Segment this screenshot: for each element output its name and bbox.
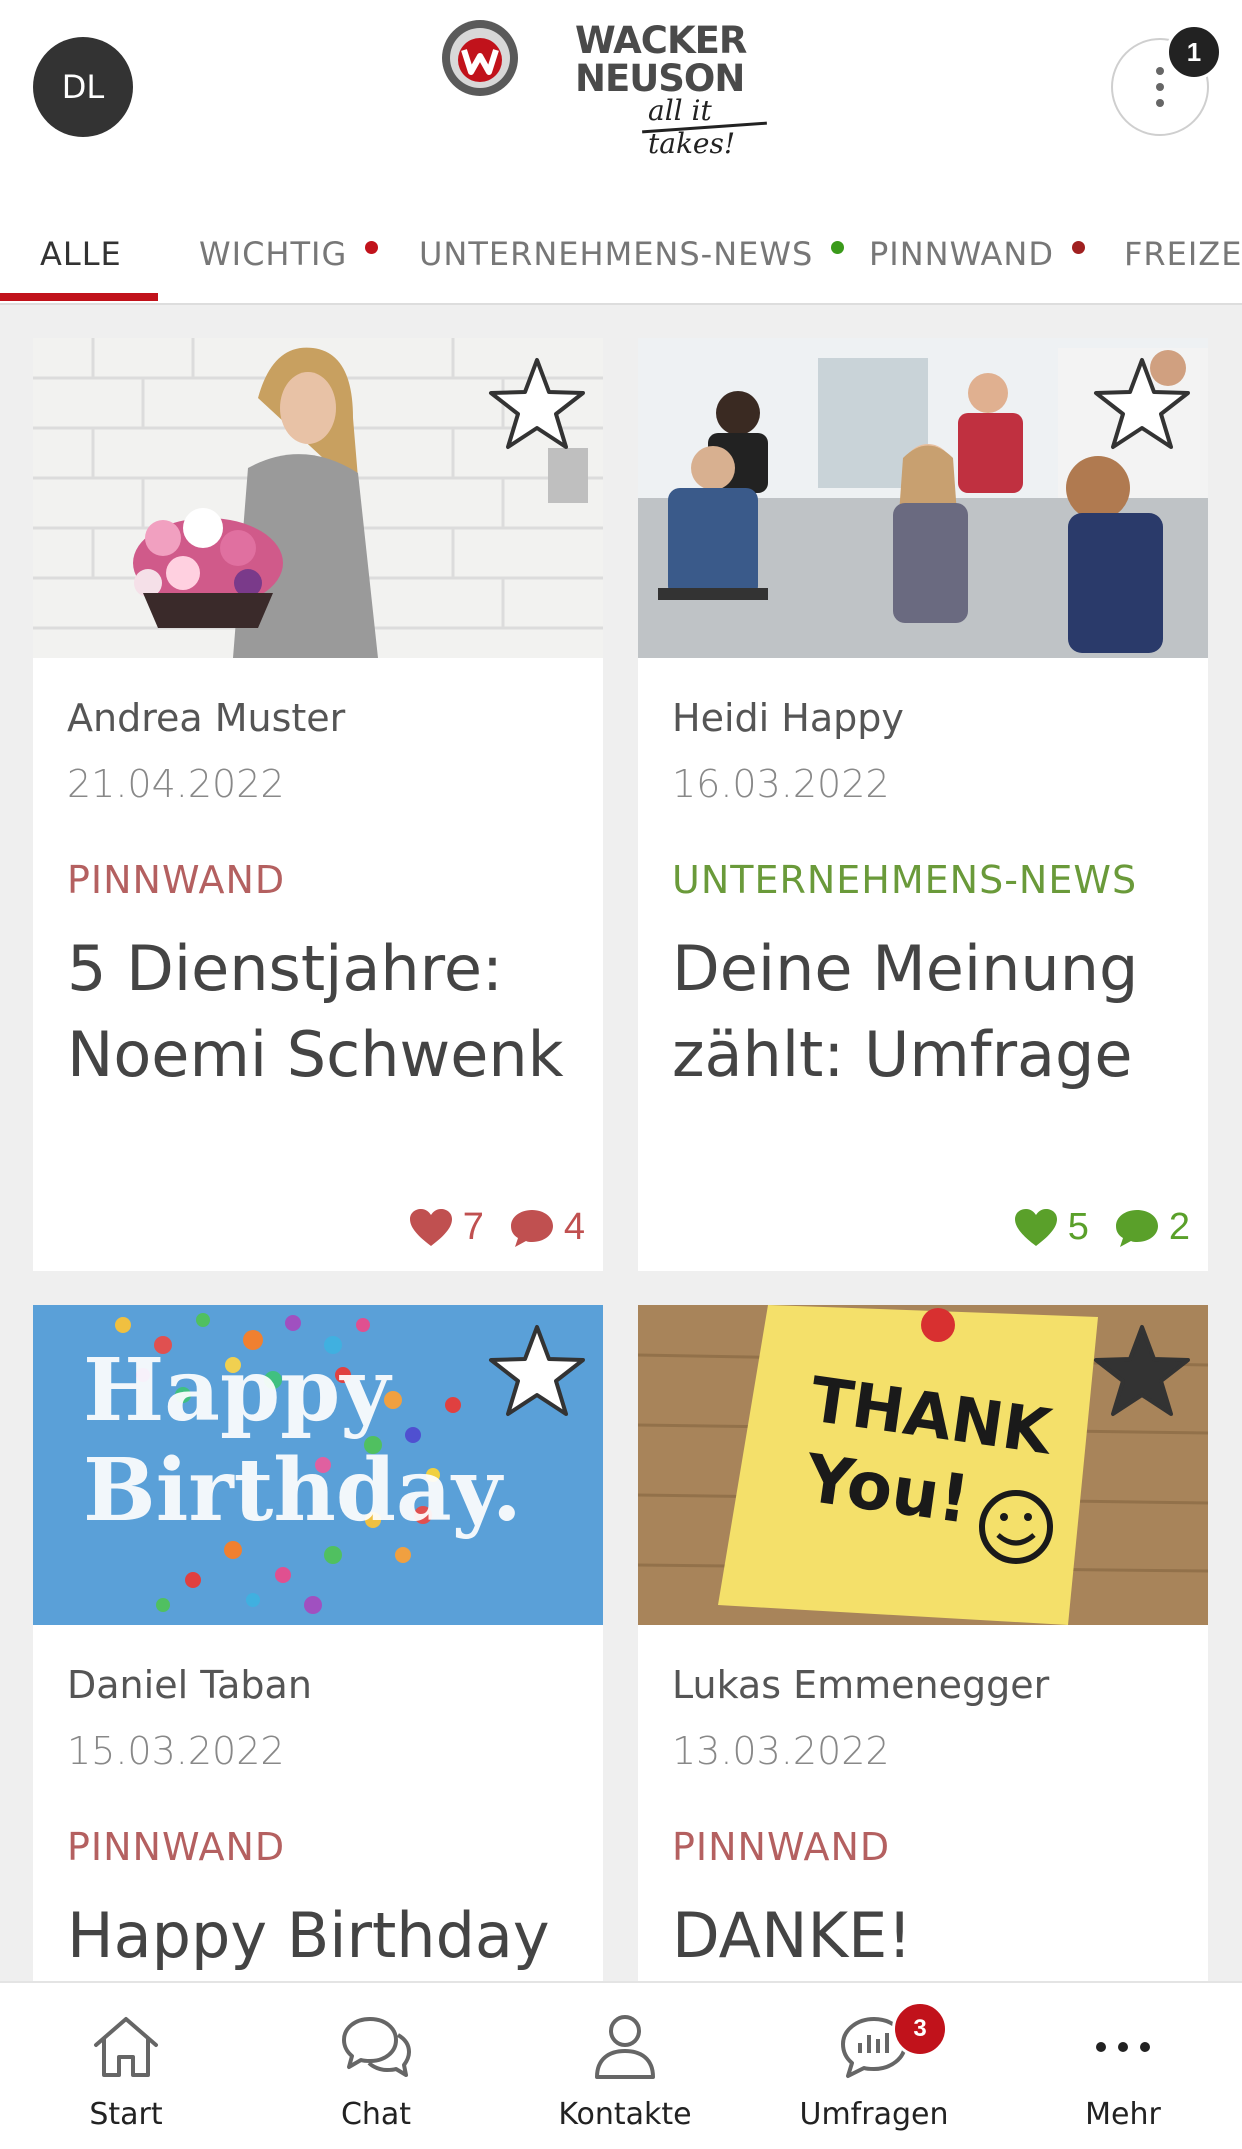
avatar[interactable]: DL [33, 37, 133, 137]
home-icon [86, 2011, 166, 2083]
post-date: 13.03.2022 [672, 1729, 890, 1773]
chat-icon [336, 2011, 416, 2083]
nav-kontakte[interactable]: Kontakte [501, 1983, 749, 2149]
dot [1156, 83, 1164, 91]
post-date: 15.03.2022 [67, 1729, 285, 1773]
post-author: Lukas Emmenegger [672, 1663, 1050, 1707]
comment-bubble-icon [510, 1209, 553, 1247]
favorite-star-icon[interactable] [487, 356, 587, 452]
nav-umfragen[interactable]: Umfragen 3 [750, 1983, 998, 2149]
nav-start[interactable]: Start [2, 1983, 250, 2149]
poll-count-badge: 3 [892, 2001, 948, 2057]
notification-badge: 1 [1166, 24, 1222, 80]
comment-bubble-icon [1115, 1209, 1158, 1247]
news-card[interactable]: Happy Birthday. Daniel Taban 15.03.2022 … [33, 1305, 603, 1981]
post-title: Happy Birthday [67, 1899, 550, 1972]
category-tabs: ALLE WICHTIG UNTERNEHMENS-NEWS PINNWAND … [0, 205, 1242, 305]
more-dots-icon [1083, 2011, 1163, 2083]
post-title: 5 Dienstjahre: Noemi Schwenk [67, 932, 564, 1091]
like-count-value: 7 [462, 1206, 484, 1248]
news-card[interactable]: THANK You! Lukas Emmenegger 13.03.2022 P… [638, 1305, 1208, 1981]
tab-label: WICHTIG [199, 235, 348, 273]
active-tab-underline [0, 293, 158, 301]
tab-label: PINNWAND [869, 235, 1054, 273]
wacker-neuson-logo: WACKER NEUSON all it takes! [440, 18, 800, 160]
favorite-star-icon[interactable] [1092, 1323, 1192, 1419]
post-author: Andrea Muster [67, 696, 346, 740]
news-card[interactable]: Andrea Muster 21.04.2022 PINNWAND 5 Dien… [33, 338, 603, 1271]
post-author: Heidi Happy [672, 696, 904, 740]
nav-mehr[interactable]: Mehr [999, 1983, 1242, 2149]
like-count[interactable]: 5 [1014, 1206, 1089, 1249]
comment-count[interactable]: 2 [1115, 1206, 1190, 1249]
tab-label: FREIZEI [1124, 235, 1242, 273]
tab-indicator-dot [1071, 240, 1085, 254]
like-count-value: 5 [1067, 1206, 1089, 1248]
tab-freizeit[interactable]: FREIZEI [1124, 205, 1242, 303]
favorite-star-icon[interactable] [1092, 356, 1192, 452]
heart-icon [409, 1208, 452, 1246]
nav-chat[interactable]: Chat [252, 1983, 500, 2149]
like-count[interactable]: 7 [409, 1206, 484, 1249]
nav-label: Umfragen [799, 2097, 949, 2132]
comment-count-value: 2 [1168, 1206, 1190, 1248]
image-text-line2: Birthday. [83, 1440, 522, 1541]
post-title: Deine Meinung zählt: Umfrage [672, 932, 1139, 1091]
tab-label: UNTERNEHMENS-NEWS [419, 235, 814, 273]
nav-label: Start [89, 2097, 163, 2132]
tab-label: ALLE [40, 235, 122, 273]
comment-count[interactable]: 4 [510, 1206, 585, 1249]
tab-pinnwand[interactable]: PINNWAND [869, 205, 1085, 303]
tab-alle[interactable]: ALLE [40, 205, 122, 303]
post-date: 16.03.2022 [672, 762, 890, 806]
comment-count-value: 4 [563, 1206, 585, 1248]
post-date: 21.04.2022 [67, 762, 285, 806]
nav-label: Mehr [1085, 2097, 1161, 2132]
logo-line2: NEUSON [575, 57, 745, 100]
tab-indicator-dot [365, 240, 379, 254]
tab-unternehmens-news[interactable]: UNTERNEHMENS-NEWS [419, 205, 845, 303]
dot [1156, 67, 1164, 75]
nav-label: Chat [340, 2097, 412, 2132]
dot [1156, 99, 1164, 107]
tab-indicator-dot [831, 240, 845, 254]
logo-wordmark: WACKER NEUSON [575, 19, 747, 100]
tab-wichtig[interactable]: WICHTIG [199, 205, 379, 303]
favorite-star-icon[interactable] [487, 1323, 587, 1419]
post-author: Daniel Taban [67, 1663, 312, 1707]
post-title: DANKE! [672, 1899, 913, 1972]
post-stats: 5 2 [1014, 1206, 1190, 1249]
avatar-initials: DL [61, 68, 105, 106]
bottom-navigation: Start Chat Kontakte Umfragen 3 Mehr [0, 1981, 1242, 2149]
person-icon [585, 2011, 665, 2083]
post-stats: 7 4 [409, 1206, 585, 1249]
news-card[interactable]: Heidi Happy 16.03.2022 UNTERNEHMENS-NEWS… [638, 338, 1208, 1271]
logo-mark-icon [442, 20, 518, 96]
post-category: PINNWAND [67, 858, 286, 902]
heart-icon [1014, 1208, 1057, 1246]
image-text-line1: Happy [83, 1340, 393, 1441]
post-category: PINNWAND [67, 1825, 286, 1869]
nav-label: Kontakte [558, 2097, 692, 2132]
post-category: UNTERNEHMENS-NEWS [672, 858, 1138, 902]
post-category: PINNWAND [672, 1825, 891, 1869]
logo-line1: WACKER [575, 19, 747, 62]
